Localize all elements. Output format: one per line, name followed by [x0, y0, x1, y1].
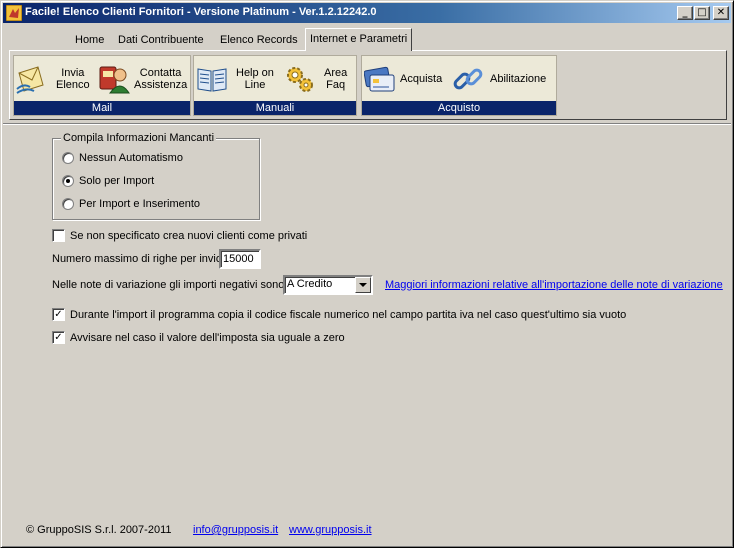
- chain-link-icon: [453, 68, 483, 90]
- tab-elenco-records[interactable]: Elenco Records: [216, 31, 302, 51]
- email-link[interactable]: info@grupposis.it: [193, 524, 278, 536]
- acquista-label: Acquista: [400, 73, 443, 85]
- radio-circle[interactable]: [62, 198, 74, 210]
- area-faq-label: Area Faq: [324, 67, 348, 91]
- close-button[interactable]: ✕: [713, 6, 729, 20]
- window-title: Facile! Elenco Clienti Fornitori - Versi…: [25, 6, 377, 18]
- checkbox-box[interactable]: [52, 229, 65, 242]
- group-label-acquisto: Acquisto: [362, 101, 556, 115]
- negative-amounts-value: A Credito: [287, 278, 333, 290]
- area-faq-button[interactable]: Area Faq: [284, 59, 356, 99]
- max-rows-input[interactable]: 15000: [219, 249, 261, 269]
- gears-icon: [287, 67, 313, 92]
- app-logo-icon: [6, 5, 22, 21]
- copyright-text: © GruppoSIS S.r.l. 2007-2011: [26, 524, 172, 536]
- more-info-link[interactable]: Maggiori informazioni relative all'impor…: [385, 279, 723, 291]
- support-contact-icon: [99, 66, 130, 94]
- credit-card-icon: [364, 66, 395, 92]
- invia-elenco-label: Invia Elenco: [56, 67, 90, 91]
- checkbox-label: Se non specificato crea nuovi clienti co…: [70, 229, 308, 242]
- radio-circle-selected[interactable]: [62, 175, 74, 187]
- checkbox-copia-codice-fiscale[interactable]: ✓ Durante l'import il programma copia il…: [52, 308, 626, 321]
- abilitazione-label: Abilitazione: [490, 73, 547, 85]
- radio-label: Per Import e Inserimento: [79, 198, 201, 210]
- maximize-button[interactable]: □: [694, 6, 710, 20]
- ribbon-panel: Invia Elenco Contatta Assistenza Mail He…: [9, 50, 727, 120]
- invia-elenco-button[interactable]: Invia Elenco: [16, 59, 96, 99]
- negative-amounts-label: Nelle note di variazione gli importi neg…: [52, 279, 288, 291]
- website-link[interactable]: www.grupposis.it: [289, 524, 372, 536]
- tab-home[interactable]: Home: [71, 31, 108, 51]
- max-rows-label: Numero massimo di righe per invio:: [52, 253, 226, 265]
- checkbox-label: Avvisare nel caso il valore dell'imposta…: [70, 331, 345, 344]
- acquista-button[interactable]: Acquista: [364, 59, 448, 99]
- compila-info-title: Compila Informazioni Mancanti: [61, 132, 217, 144]
- ribbon-group-acquisto: Acquista Abilitazione Acquisto: [361, 55, 557, 116]
- checkbox-privati[interactable]: Se non specificato crea nuovi clienti co…: [52, 229, 307, 242]
- contatta-assistenza-button[interactable]: Contatta Assistenza: [98, 59, 190, 99]
- group-label-mail: Mail: [14, 101, 190, 115]
- negative-amounts-select[interactable]: A Credito: [283, 275, 373, 295]
- ribbon-group-mail: Invia Elenco Contatta Assistenza Mail: [13, 55, 191, 116]
- radio-circle[interactable]: [62, 152, 74, 164]
- tab-internet-parametri[interactable]: Internet e Parametri: [305, 28, 413, 51]
- abilitazione-button[interactable]: Abilitazione: [452, 59, 556, 99]
- radio-solo-per-import[interactable]: Solo per Import: [62, 175, 154, 187]
- main-window: Facile! Elenco Clienti Fornitori - Versi…: [0, 0, 734, 548]
- checkbox-box-checked[interactable]: ✓: [52, 331, 65, 344]
- radio-label: Nessun Automatismo: [79, 152, 183, 164]
- book-icon: [197, 68, 227, 92]
- checkbox-label: Durante l'import il programma copia il c…: [70, 308, 627, 321]
- mail-send-icon: [16, 66, 44, 94]
- chevron-down-icon[interactable]: [355, 277, 371, 293]
- group-label-manuali: Manuali: [194, 101, 356, 115]
- radio-per-import-inserimento[interactable]: Per Import e Inserimento: [62, 198, 200, 210]
- radio-nessun-automatismo[interactable]: Nessun Automatismo: [62, 152, 183, 164]
- tab-dati-contribuente[interactable]: Dati Contribuente: [114, 31, 208, 51]
- checkbox-avvisa-imposta-zero[interactable]: ✓ Avvisare nel caso il valore dell'impos…: [52, 331, 345, 344]
- contatta-assistenza-label: Contatta Assistenza: [134, 67, 188, 91]
- help-on-line-label: Help on Line: [236, 67, 274, 91]
- minimize-button[interactable]: _: [677, 6, 693, 20]
- radio-label: Solo per Import: [79, 175, 155, 187]
- checkbox-box-checked[interactable]: ✓: [52, 308, 65, 321]
- content-divider: [3, 123, 731, 125]
- ribbon-group-manuali: Help on Line Area Faq Manuali: [193, 55, 357, 116]
- title-bar[interactable]: Facile! Elenco Clienti Fornitori - Versi…: [3, 3, 731, 23]
- help-on-line-button[interactable]: Help on Line: [196, 59, 280, 99]
